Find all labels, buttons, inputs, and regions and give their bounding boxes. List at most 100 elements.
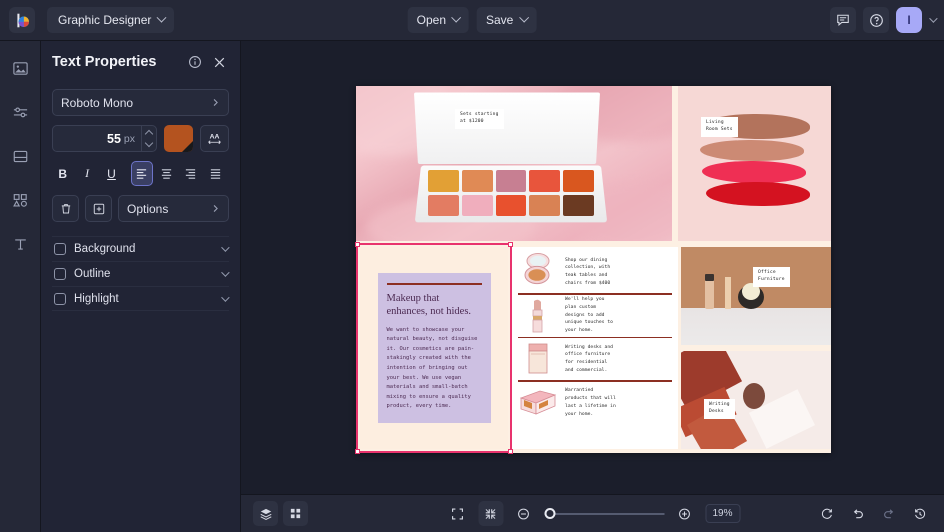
chevron-down-icon[interactable] bbox=[221, 243, 229, 251]
list-item[interactable]: Warrantied products that will last a lif… bbox=[518, 382, 672, 424]
user-avatar[interactable]: I bbox=[896, 7, 922, 33]
zoom-out-button[interactable] bbox=[511, 501, 536, 526]
panel-header: Text Properties bbox=[52, 41, 229, 83]
bottom-bar: 19% bbox=[241, 494, 944, 532]
font-size-stepper[interactable] bbox=[141, 126, 156, 151]
hero-image[interactable]: Sets starting at $1200 bbox=[356, 86, 672, 241]
zoom-slider-knob[interactable] bbox=[544, 508, 555, 519]
artboard[interactable]: Sets starting at $1200 Living Room Sets … bbox=[356, 86, 831, 453]
reset-icon bbox=[820, 507, 834, 521]
list-item[interactable]: Writing desks and office furniture for r… bbox=[518, 338, 672, 380]
sidebar-item-elements[interactable] bbox=[7, 187, 33, 213]
writing-desks-tag[interactable]: Writing Desks bbox=[704, 399, 735, 419]
lipstick-smear bbox=[702, 161, 806, 183]
close-icon bbox=[213, 56, 226, 69]
reset-button[interactable] bbox=[814, 501, 839, 526]
office-furniture-tag[interactable]: Office Furniture bbox=[753, 267, 790, 287]
help-button[interactable] bbox=[863, 7, 889, 33]
comment-button[interactable] bbox=[830, 7, 856, 33]
history-button[interactable] bbox=[907, 501, 932, 526]
collapse-button[interactable] bbox=[478, 501, 503, 526]
document-name-dropdown[interactable]: Graphic Designer bbox=[47, 7, 174, 33]
bold-button[interactable]: B bbox=[52, 161, 73, 186]
list-item[interactable]: We'll help you plan custom designs to ad… bbox=[518, 295, 672, 337]
italic-label: I bbox=[85, 166, 89, 181]
layers-icon bbox=[259, 507, 273, 521]
trash-icon bbox=[59, 202, 73, 216]
layout-icon bbox=[12, 148, 29, 165]
open-button[interactable]: Open bbox=[408, 7, 469, 33]
font-size-value: 55 bbox=[53, 132, 124, 146]
text-block[interactable]: Makeup that enhances, not hides. We want… bbox=[378, 273, 491, 423]
zoom-in-icon bbox=[678, 507, 692, 521]
text-element-card[interactable]: Makeup that enhances, not hides. We want… bbox=[360, 247, 508, 449]
history-icon bbox=[913, 507, 927, 521]
fit-screen-button[interactable] bbox=[445, 501, 470, 526]
chevron-up-icon bbox=[145, 130, 153, 138]
sidebar-item-media[interactable] bbox=[7, 55, 33, 81]
writing-desks-card[interactable]: Writing Desks bbox=[681, 351, 831, 449]
chevron-down-icon[interactable] bbox=[221, 293, 229, 301]
bottom-bar-left bbox=[253, 501, 308, 526]
product-list[interactable]: Shop our dining collection, with teak ta… bbox=[512, 247, 678, 449]
office-furniture-card[interactable]: Office Furniture bbox=[681, 247, 831, 345]
zoom-slider[interactable] bbox=[544, 513, 664, 515]
pan bbox=[563, 170, 594, 192]
background-toggle-row[interactable]: Background bbox=[52, 236, 229, 261]
resize-handle[interactable] bbox=[355, 449, 360, 454]
font-size-input[interactable]: 55 px bbox=[52, 125, 157, 152]
hero-tag-label[interactable]: Sets starting at $1200 bbox=[455, 109, 504, 129]
text-format-row: B I U bbox=[52, 161, 229, 186]
align-right-icon bbox=[184, 167, 197, 180]
align-left-button[interactable] bbox=[131, 161, 153, 186]
highlight-toggle-row[interactable]: Highlight bbox=[52, 286, 229, 311]
align-justify-button[interactable] bbox=[205, 161, 226, 186]
sidebar-item-text[interactable] bbox=[7, 231, 33, 257]
font-family-select[interactable]: Roboto Mono bbox=[52, 89, 229, 116]
app-logo[interactable] bbox=[9, 7, 35, 33]
text-icon bbox=[12, 236, 29, 253]
list-item[interactable]: Shop our dining collection, with teak ta… bbox=[518, 251, 672, 293]
text-color-swatch[interactable] bbox=[164, 125, 193, 152]
living-room-sets-card[interactable]: Living Room Sets bbox=[678, 86, 831, 241]
panel-close-button[interactable] bbox=[209, 52, 229, 72]
align-right-button[interactable] bbox=[180, 161, 201, 186]
highlight-checkbox[interactable] bbox=[54, 293, 66, 305]
options-label: Options bbox=[127, 202, 211, 216]
background-checkbox[interactable] bbox=[54, 243, 66, 255]
sidebar-item-templates[interactable] bbox=[7, 143, 33, 169]
resize-handle[interactable] bbox=[508, 449, 513, 454]
sidebar-item-adjust[interactable] bbox=[7, 99, 33, 125]
compact-mirror-icon bbox=[518, 253, 558, 291]
save-button-label: Save bbox=[486, 13, 513, 27]
save-button[interactable]: Save bbox=[477, 7, 536, 33]
account-chevron-down-icon[interactable] bbox=[929, 14, 937, 22]
undo-button[interactable] bbox=[845, 501, 870, 526]
element-actions-row: Options bbox=[52, 195, 229, 222]
zoom-in-button[interactable] bbox=[672, 501, 697, 526]
grid-button[interactable] bbox=[283, 501, 308, 526]
outline-checkbox[interactable] bbox=[54, 268, 66, 280]
zoom-level-value[interactable]: 19% bbox=[705, 504, 740, 523]
chevron-right-icon bbox=[211, 98, 220, 107]
redo-button[interactable] bbox=[876, 501, 901, 526]
bold-label: B bbox=[58, 167, 67, 181]
canvas-area[interactable]: Sets starting at $1200 Living Room Sets … bbox=[241, 41, 944, 494]
italic-button[interactable]: I bbox=[76, 161, 97, 186]
align-center-button[interactable] bbox=[156, 161, 177, 186]
living-room-sets-tag[interactable]: Living Room Sets bbox=[701, 117, 738, 137]
help-circle-icon bbox=[869, 13, 884, 28]
panel-info-button[interactable] bbox=[185, 52, 205, 72]
layers-button[interactable] bbox=[253, 501, 278, 526]
outline-toggle-row[interactable]: Outline bbox=[52, 261, 229, 286]
underline-button[interactable]: U bbox=[101, 161, 122, 186]
letter-spacing-button[interactable]: AA bbox=[200, 125, 229, 152]
grid-icon bbox=[289, 507, 302, 520]
duplicate-button[interactable] bbox=[85, 195, 112, 222]
text-heading: Makeup that enhances, not hides. bbox=[387, 292, 482, 318]
bottom-bar-right bbox=[814, 501, 932, 526]
options-button[interactable]: Options bbox=[118, 195, 229, 222]
align-left-icon bbox=[135, 167, 148, 180]
chevron-down-icon[interactable] bbox=[221, 268, 229, 276]
delete-button[interactable] bbox=[52, 195, 79, 222]
